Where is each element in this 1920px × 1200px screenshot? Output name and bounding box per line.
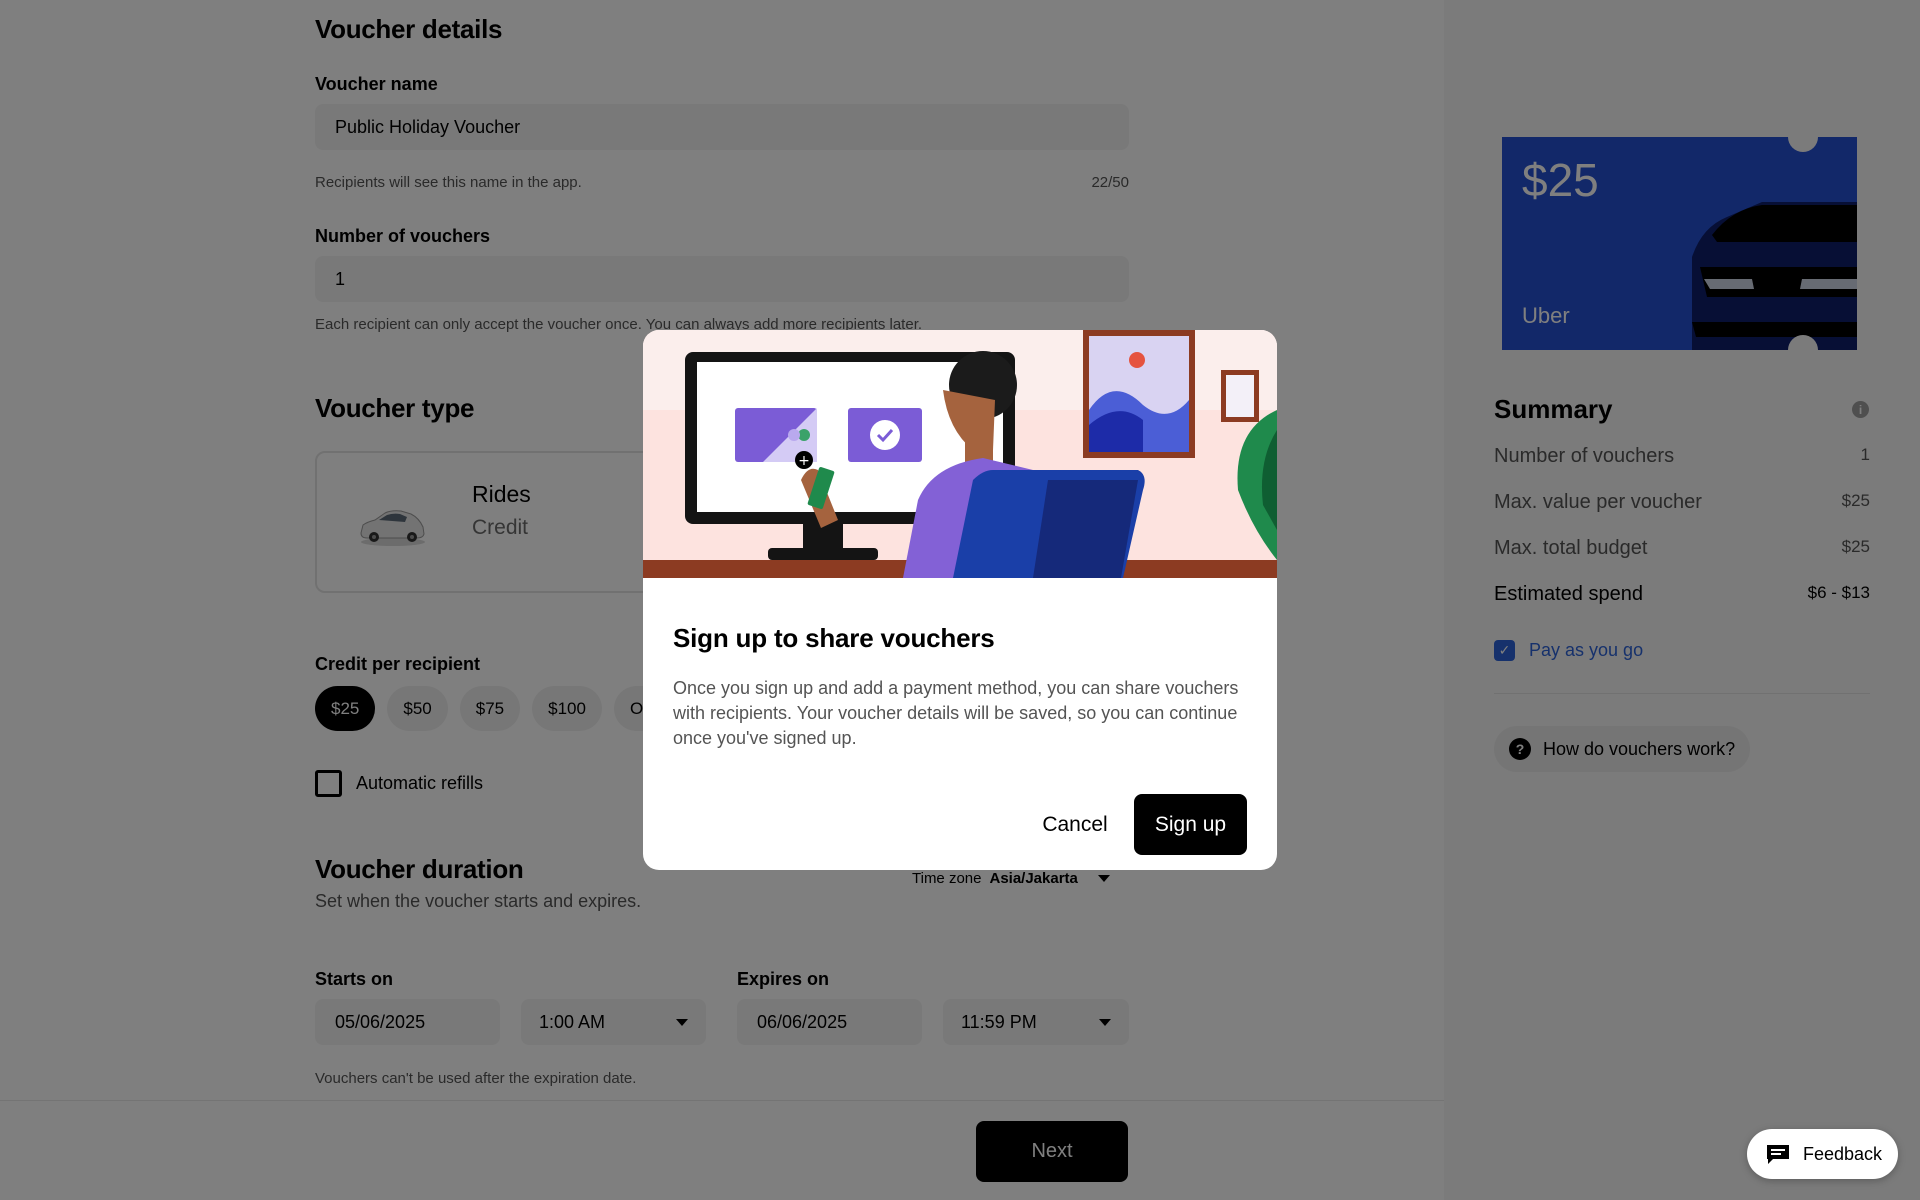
signup-modal: + Sign up to share vouchers Once you sig… — [643, 330, 1277, 870]
feedback-label: Feedback — [1803, 1143, 1883, 1164]
voucher-sharing-illustration: + — [643, 330, 1277, 578]
modal-title: Sign up to share vouchers — [673, 623, 995, 653]
feedback-button[interactable]: Feedback — [1747, 1129, 1899, 1179]
sign-up-button[interactable]: Sign up — [1134, 794, 1247, 855]
svg-text:+: + — [798, 453, 810, 469]
chat-icon — [1767, 1145, 1789, 1164]
modal-body: Once you sign up and add a payment metho… — [673, 678, 1239, 748]
cancel-button[interactable]: Cancel — [1019, 794, 1131, 855]
